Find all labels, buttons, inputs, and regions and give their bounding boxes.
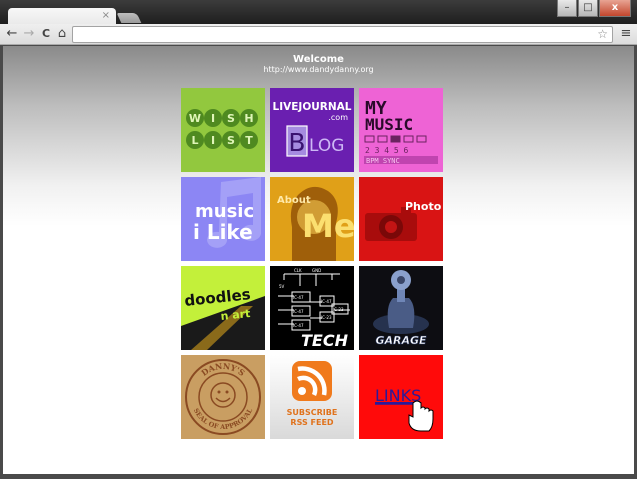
wishlist-letter: H [244,112,253,125]
tile-garage[interactable]: GARAGE [359,266,443,350]
home-icon[interactable]: ⌂ [54,26,70,42]
tile-tech[interactable]: IC-47 IC-47 IC-23 IC-47 IC-47 IC-23 CLK … [270,266,354,350]
about-me-icon: About Me [270,177,354,261]
web-page: Welcome http://www.dandydanny.org W I S … [3,46,634,474]
browser-menu-icon[interactable]: ≡ [619,26,633,42]
browser-tab-active[interactable]: × [8,8,116,25]
subscribe-text: SUBSCRIBE [287,408,338,417]
music-like-line2: i Like [193,220,253,244]
tech-icon: IC-47 IC-47 IC-23 IC-47 IC-47 IC-23 CLK … [270,266,354,350]
bpm-sync-text: BPM SYNC [366,157,400,165]
forward-arrow-icon[interactable]: → [21,26,37,42]
bus-label: CLK [294,268,302,273]
music-digits: 2 3 4 5 6 [365,146,409,155]
browser-title-bar: × – □ x [0,0,637,25]
chip-label: IC-47 [321,299,332,304]
music-like-line1: music [195,201,254,222]
maximize-button[interactable]: □ [578,0,598,17]
tile-doodles-n-art[interactable]: doodles n art [181,266,265,350]
minimize-button[interactable]: – [557,0,577,17]
about-text: About [277,195,311,206]
garage-label: GARAGE [375,334,427,347]
seal-icon: DANNY'S SEAL OF APPROVAL [181,355,265,439]
wishlist-letter: T [245,134,253,147]
doodles-icon: doodles n art [181,266,265,350]
my-music-icon: MY MUSIC 2 3 4 5 6 BPM SYNC [359,88,443,172]
back-arrow-icon[interactable]: ← [4,26,20,42]
tech-label: TECH [301,331,349,350]
tile-blog[interactable]: LIVEJOURNAL .com B LOG [270,88,354,172]
bus-label: GND [312,268,321,273]
music-text: MUSIC [365,115,413,134]
blog-icon: LIVEJOURNAL .com B LOG [270,88,354,172]
tile-wishlist[interactable]: W I S H L I S T [181,88,265,172]
wishlist-icon: W I S H L I S T [181,88,265,172]
photo-icon: Photo [359,177,443,261]
tile-music-i-like[interactable]: music i Like [181,177,265,261]
chip-label: IC-47 [293,295,304,300]
tile-about-me[interactable]: About Me [270,177,354,261]
blog-big-letter: B [288,128,305,157]
window-controls: – □ x [556,0,631,17]
wishlist-bg [181,88,265,172]
chip-label: IC-23 [321,315,332,320]
wishlist-letter: S [227,112,235,125]
rss-icon: SUBSCRIBE RSS FEED [270,355,354,439]
tab-close-icon[interactable]: × [102,9,110,23]
welcome-heading: Welcome [293,54,344,65]
reload-icon[interactable]: C [38,26,54,42]
wishlist-letter: L [191,134,198,147]
links-icon: LINKS [359,355,443,439]
wishlist-letter: S [227,134,235,147]
rss-feed-text: RSS FEED [290,418,334,427]
livejournal-domain: .com [328,113,348,122]
tile-grid: W I S H L I S T LIVEJOURNAL .com B LOG M… [181,88,443,439]
browser-toolbar: ← → C ⌂ ☆ ≡ [0,24,637,45]
garage-icon: GARAGE [359,266,443,350]
music-i-like-icon: music i Like [181,177,265,261]
site-url: http://www.dandydanny.org [263,65,374,74]
me-text: Me [302,207,354,245]
tile-rss-feed[interactable]: SUBSCRIBE RSS FEED [270,355,354,439]
chip-label: IC-23 [333,307,344,312]
tile-links[interactable]: LINKS [359,355,443,439]
new-tab-button[interactable] [116,13,142,23]
bus-label: 5V [279,284,285,289]
wishlist-letter: I [211,112,215,125]
address-bar[interactable]: ☆ [72,26,613,43]
photo-label: Photo [405,200,442,213]
wishlist-letter: I [211,134,215,147]
tile-my-music[interactable]: MY MUSIC 2 3 4 5 6 BPM SYNC [359,88,443,172]
bookmark-star-icon[interactable]: ☆ [597,27,608,42]
chip-label: IC-47 [293,323,304,328]
livejournal-text: LIVEJOURNAL [273,101,352,113]
blog-letters: LOG [309,136,344,156]
wishlist-letter: W [189,112,201,125]
chip-label: IC-47 [293,309,304,314]
close-window-button[interactable]: x [599,0,631,17]
tile-seal-of-approval[interactable]: DANNY'S SEAL OF APPROVAL [181,355,265,439]
tile-photo[interactable]: Photo [359,177,443,261]
